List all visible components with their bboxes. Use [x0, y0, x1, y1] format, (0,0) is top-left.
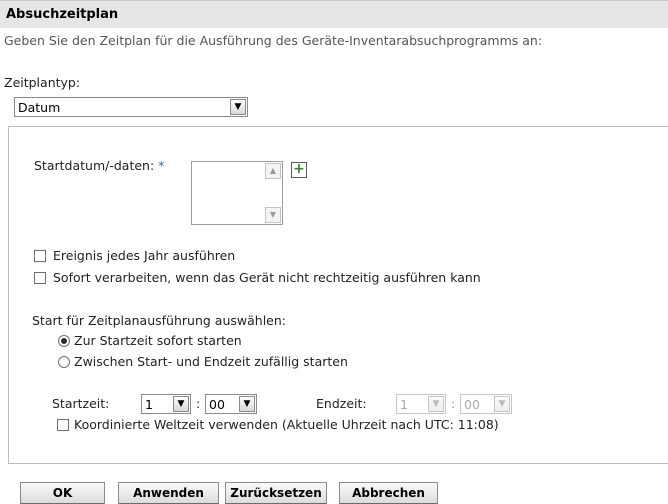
ok-button[interactable]: OK	[20, 482, 105, 504]
yearly-checkbox[interactable]	[34, 250, 46, 262]
schedule-type-value: Datum	[18, 100, 61, 115]
radio-random-label: Zwischen Start- und Endzeit zufällig sta…	[74, 354, 348, 369]
start-hour-select[interactable]: 1 ▼	[141, 394, 191, 414]
end-hour-value: 1	[400, 397, 408, 412]
process-immediately-checkbox[interactable]	[34, 272, 46, 284]
cancel-button[interactable]: Abbrechen	[339, 482, 438, 504]
radio-start-time-label: Zur Startzeit sofort starten	[74, 333, 242, 348]
start-minute-value: 00	[209, 397, 225, 412]
chevron-down-icon[interactable]: ▼	[173, 396, 189, 412]
start-dates-label: Startdatum/-daten: *	[34, 158, 164, 173]
start-dates-label-text: Startdatum/-daten:	[34, 158, 155, 173]
time-separator: :	[196, 396, 201, 411]
required-marker: *	[158, 158, 165, 173]
chevron-down-icon[interactable]: ▼	[494, 396, 510, 412]
arrow-down-icon[interactable]: ▼	[265, 207, 281, 223]
end-minute-value: 00	[464, 397, 480, 412]
radio-start-time[interactable]	[58, 335, 70, 347]
chevron-down-icon[interactable]: ▼	[428, 396, 444, 412]
reset-button[interactable]: Zurücksetzen	[225, 482, 327, 504]
start-dates-listbox[interactable]: ▲ ▼	[191, 161, 283, 225]
end-time-label: Endzeit:	[316, 396, 367, 411]
start-time-label: Startzeit:	[52, 396, 110, 411]
section-title: Absuchzeitplan	[6, 7, 119, 22]
end-hour-select[interactable]: 1 ▼	[396, 394, 446, 414]
utc-label: Koordinierte Weltzeit verwenden (Aktuell…	[74, 417, 499, 432]
apply-button[interactable]: Anwenden	[118, 482, 219, 504]
start-hour-value: 1	[145, 397, 153, 412]
schedule-type-label: Zeitplantyp:	[4, 75, 81, 90]
start-minute-select[interactable]: 00 ▼	[205, 394, 257, 414]
chevron-down-icon[interactable]: ▼	[230, 99, 246, 115]
plus-icon[interactable]: +	[291, 162, 307, 178]
schedule-panel	[8, 126, 668, 464]
end-time-separator: :	[451, 396, 456, 411]
arrow-up-icon[interactable]: ▲	[265, 163, 281, 179]
start-selection-label: Start für Zeitplanausführung auswählen:	[32, 313, 286, 328]
yearly-label: Ereignis jedes Jahr ausführen	[53, 248, 236, 263]
chevron-down-icon[interactable]: ▼	[239, 396, 255, 412]
radio-random[interactable]	[58, 356, 70, 368]
end-minute-select[interactable]: 00 ▼	[460, 394, 512, 414]
schedule-type-select[interactable]: Datum ▼	[14, 97, 248, 117]
process-immediately-label: Sofort verarbeiten, wenn das Gerät nicht…	[53, 270, 481, 285]
utc-checkbox[interactable]	[57, 419, 69, 431]
section-description: Geben Sie den Zeitplan für die Ausführun…	[4, 33, 543, 48]
